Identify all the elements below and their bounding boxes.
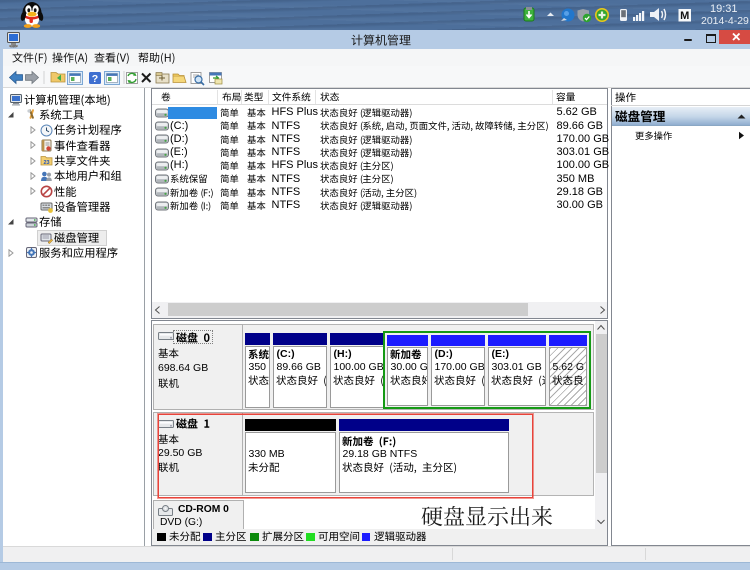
- svg-text:23: 23: [43, 160, 49, 166]
- svg-text:usb: usb: [10, 44, 17, 48]
- svg-text:?: ?: [92, 73, 98, 85]
- svg-text:M: M: [680, 10, 689, 22]
